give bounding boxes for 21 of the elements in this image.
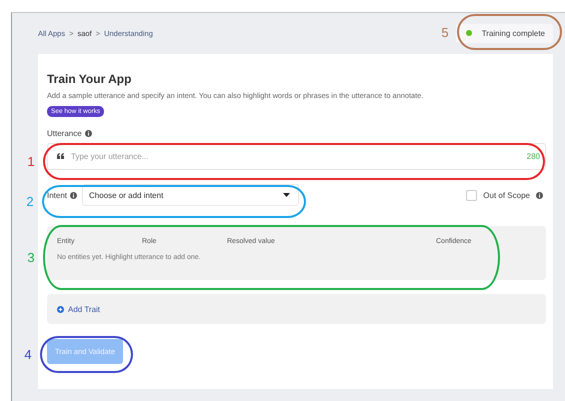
info-icon <box>70 192 78 198</box>
plus-circle-icon <box>57 306 64 312</box>
annotation-number: 1 <box>26 154 36 169</box>
status-badge: Training complete <box>456 24 553 42</box>
quote-icon <box>57 153 64 159</box>
annotation-number: 4 <box>23 347 33 362</box>
intent-dropdown[interactable]: Choose or add intent <box>82 184 300 206</box>
info-icon <box>536 192 543 198</box>
card-title: Train Your App <box>47 72 132 86</box>
character-counter: 280 <box>526 152 540 161</box>
add-trait-link[interactable]: Add Trait <box>68 304 100 314</box>
checkbox[interactable] <box>466 190 478 200</box>
field-label: Intent <box>47 190 68 200</box>
caret-icon <box>283 193 290 197</box>
info-icon <box>84 130 92 137</box>
status-dot-icon <box>466 30 472 36</box>
checkbox-label: Out of Scope <box>483 190 530 200</box>
field-label: Utterance <box>47 129 82 138</box>
annotation-number: 5 <box>440 24 450 40</box>
annotation-number: 2 <box>25 194 35 209</box>
annotation-number: 3 <box>26 250 36 265</box>
